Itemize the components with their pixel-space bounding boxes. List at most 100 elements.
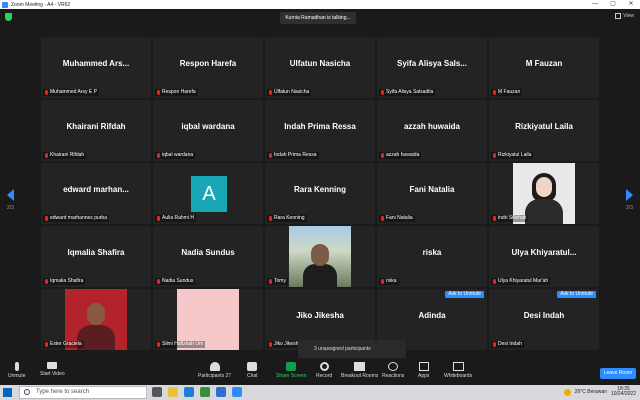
muted-mic-icon [157, 216, 160, 221]
meeting-toolbar: Unmute Start Video Participants 27 Chat … [0, 360, 640, 385]
participant-tile[interactable]: Fani Natalia Fani Natalia [377, 163, 487, 224]
participant-tile[interactable]: edward marhan... edward marhannes purba [41, 163, 151, 224]
breakout-rooms-icon [354, 362, 366, 371]
unmute-label: Unmute [8, 373, 26, 379]
start-video-button[interactable]: Start Video [40, 362, 65, 377]
participant-tile[interactable]: Iqmalia Shafira Iqmalia Shafira [41, 226, 151, 287]
participant-name: M Fauzan [525, 59, 563, 68]
participant-tile[interactable]: Rara Kenning Rara Kenning [265, 163, 375, 224]
participant-tile[interactable]: iqbal wardana iqbal wardana [153, 100, 263, 161]
participant-label: edward marhannes purba [43, 215, 109, 222]
search-placeholder: Type here to search [36, 389, 90, 395]
system-tray: 26°C Berawan 18:35 10/24/2022 [563, 387, 636, 397]
muted-mic-icon [157, 153, 160, 158]
muted-mic-icon [157, 279, 160, 284]
windows-start-icon[interactable] [3, 388, 12, 397]
apps-label: Apps [418, 373, 430, 379]
participant-label: indri Sillehati [491, 215, 529, 222]
participant-tile[interactable]: Muhammed Ars... Muhammed Arsy E P [41, 37, 151, 98]
muted-mic-icon [269, 216, 272, 221]
window-titlebar: Zoom Meeting - A4 - VR62 — ▢ ✕ [0, 0, 640, 9]
participant-name: iqbal wardana [181, 122, 235, 131]
participant-tile[interactable]: Desi Indah Ask to Unmute Desi Indah [489, 289, 599, 350]
unmute-button[interactable]: Unmute [8, 362, 26, 379]
chrome-browser-icon[interactable] [200, 387, 210, 397]
muted-mic-icon [157, 342, 160, 347]
view-button[interactable]: View [615, 13, 634, 19]
muted-mic-icon [45, 90, 48, 95]
participant-label: Muhammed Arsy E P [43, 89, 99, 96]
whiteboards-button[interactable]: Whiteboards [444, 362, 472, 379]
unassigned-participants-popup[interactable]: 3 unassigned participants [298, 340, 406, 358]
previous-page-arrow-icon[interactable] [7, 189, 14, 201]
muted-mic-icon [381, 90, 384, 95]
muted-mic-icon [45, 342, 48, 347]
muted-mic-icon [269, 90, 272, 95]
participant-label-text: Aulia Rahmi H [162, 215, 194, 221]
chat-button[interactable]: Chat [247, 362, 258, 379]
reactions-icon [388, 362, 399, 371]
participant-label: Ulfatun Nasicha [267, 89, 312, 96]
participant-label: Desi Indah [491, 341, 524, 348]
ask-to-unmute-button[interactable]: Ask to Unmute [445, 291, 484, 298]
file-explorer-icon[interactable] [168, 387, 178, 397]
participant-label-text: Tomy [274, 278, 286, 284]
minimize-button[interactable]: — [586, 0, 604, 9]
windows-taskbar: Type here to search 26°C Berawan 18:35 1… [0, 385, 640, 400]
participant-tile[interactable]: Syifa Alisya Sals... Syifa Alisya Salsadi… [377, 37, 487, 98]
muted-mic-icon [381, 279, 384, 284]
participant-tile[interactable]: M Fauzan M Fauzan [489, 37, 599, 98]
participant-label-text: Rizkiyatul Laila [498, 152, 532, 158]
window-controls: — ▢ ✕ [586, 0, 640, 9]
breakout-rooms-button[interactable]: Breakout Rooms [341, 362, 378, 379]
leave-room-button[interactable]: Leave Room [600, 368, 636, 379]
taskbar-clock[interactable]: 18:35 10/24/2022 [611, 387, 636, 397]
participant-tile[interactable]: Respon Harefa Respon Harefa [153, 37, 263, 98]
participant-tile[interactable]: Nadia Sundus Nadia Sundus [153, 226, 263, 287]
participant-tile[interactable]: A Aulia Rahmi H [153, 163, 263, 224]
participant-label: Fani Natalia [379, 215, 415, 222]
restore-button[interactable]: ▢ [604, 0, 622, 9]
participant-label: Syifa Alisya Salsadila [379, 89, 436, 96]
participant-tile[interactable]: Silmi Hafizhah Um [153, 289, 263, 350]
participant-label: Ester Graciela [43, 341, 84, 348]
participant-tile[interactable]: Ester Graciela [41, 289, 151, 350]
participant-tile[interactable]: indri Sillehati [489, 163, 599, 224]
participant-tile[interactable]: Indah Prima Ressa Indah Prima Ressa [265, 100, 375, 161]
apps-button[interactable]: Apps [418, 362, 429, 379]
page-indicator-left: 2/3 [7, 205, 14, 211]
participant-tile[interactable]: Ulfatun Nasicha Ulfatun Nasicha [265, 37, 375, 98]
participants-button[interactable]: Participants 27 [198, 362, 231, 379]
participant-label-text: Khairani Rifdah [50, 152, 85, 158]
edge-browser-icon[interactable] [184, 387, 194, 397]
word-app-icon[interactable] [216, 387, 226, 397]
participant-tile[interactable]: Ulya Khiyaratul... Ulya Khiyaratul Mar'ah [489, 226, 599, 287]
taskbar-search-box[interactable]: Type here to search [19, 386, 147, 399]
participant-tile[interactable]: riska riska [377, 226, 487, 287]
participant-label-text: Silmi Hafizhah Um [162, 341, 204, 347]
ask-to-unmute-button[interactable]: Ask to Unmute [557, 291, 596, 298]
zoom-app-icon[interactable] [232, 387, 242, 397]
participant-tile[interactable]: Tomy [265, 226, 375, 287]
reactions-button[interactable]: Reactions [382, 362, 404, 379]
zoom-window: Zoom Meeting - A4 - VR62 — ▢ ✕ Kurnia Ra… [0, 0, 640, 400]
security-shield-icon[interactable] [5, 13, 12, 21]
next-page-arrow-icon[interactable] [626, 189, 633, 201]
participant-tile[interactable]: Khairani Rifdah Khairani Rifdah [41, 100, 151, 161]
muted-mic-icon [269, 342, 272, 347]
participant-name: Ulya Khiyaratul... [511, 248, 577, 257]
participant-label: Aulia Rahmi H [155, 215, 196, 222]
participant-video [289, 226, 351, 287]
participant-tile[interactable]: azzah huwaida azzah huwaida [377, 100, 487, 161]
participant-tile[interactable]: Rizkiyatul Laila Rizkiyatul Laila [489, 100, 599, 161]
share-screen-button[interactable]: Share Screen [276, 362, 307, 379]
participant-name: Indah Prima Ressa [284, 122, 356, 131]
task-view-icon[interactable] [152, 387, 162, 397]
close-button[interactable]: ✕ [622, 0, 640, 9]
participant-label-text: Rara Kenning [274, 215, 305, 221]
record-button[interactable]: Record [316, 362, 332, 379]
participant-label-text: Nadia Sundus [162, 278, 194, 284]
clock-date: 10/24/2022 [610, 391, 636, 397]
participant-name: Nadia Sundus [181, 248, 235, 257]
participants-icon [209, 362, 220, 371]
